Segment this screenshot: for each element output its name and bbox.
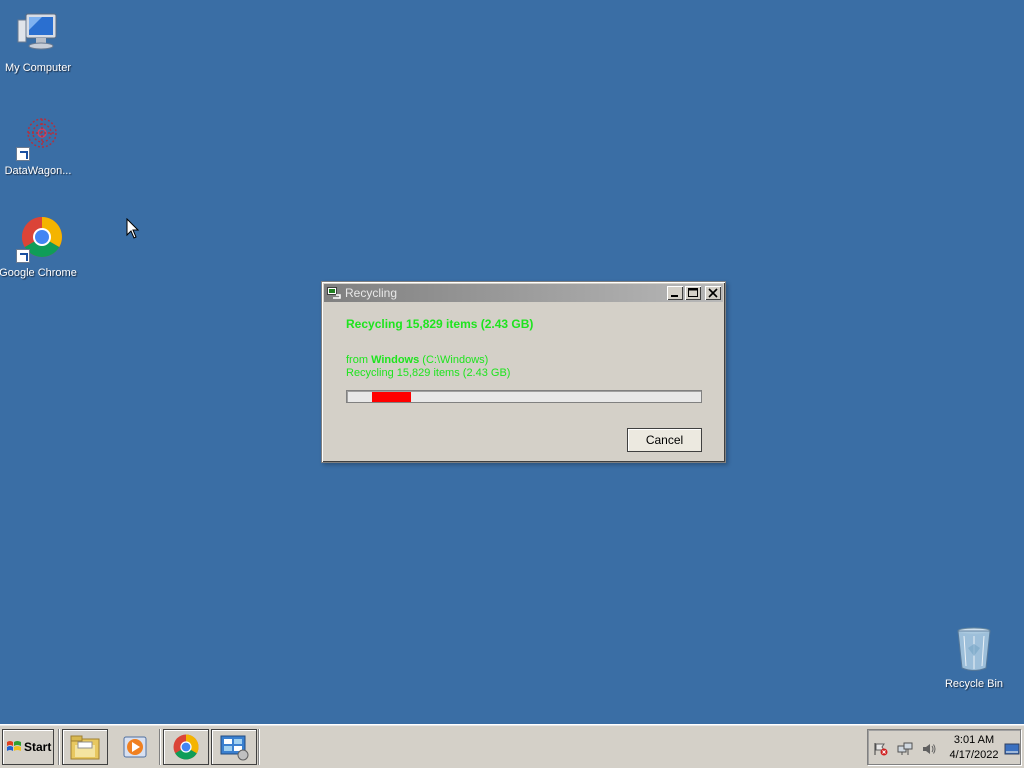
progress-fill (372, 392, 411, 402)
media-player-icon (123, 736, 147, 758)
windows-logo-icon (6, 740, 22, 754)
desktop-icon-my-computer[interactable]: My Computer (0, 10, 78, 74)
cancel-button[interactable]: Cancel (627, 428, 702, 452)
recycling-source: from Windows (C:\Windows) (346, 354, 488, 366)
clock[interactable]: 3:01 AM 4/17/2022 (944, 733, 1004, 763)
recycling-app-icon (327, 287, 341, 299)
progress-bar (346, 390, 702, 403)
control-panel-icon (220, 735, 249, 761)
action-center-flag-icon[interactable] (873, 742, 889, 756)
taskbar-separator (159, 729, 161, 765)
dialog-titlebar[interactable]: Recycling (324, 284, 723, 302)
maximize-icon (688, 288, 698, 297)
minimize-icon (671, 295, 678, 297)
desktop-icon-datawagon[interactable]: DataWagon... (0, 113, 78, 177)
desktop-icon-label: My Computer (4, 62, 72, 74)
volume-icon[interactable] (921, 742, 937, 756)
recycle-bin-icon (950, 626, 998, 674)
datawagon-icon (14, 113, 62, 161)
clock-date: 4/17/2022 (949, 749, 999, 761)
source-path: (C:\Windows) (419, 354, 489, 366)
dialog-title: Recycling (345, 286, 398, 300)
close-button[interactable] (705, 286, 721, 300)
my-computer-icon (14, 10, 62, 58)
clock-time: 3:01 AM (953, 734, 995, 746)
recycling-dialog: Recycling Recycling 15,829 items (2.43 G… (321, 281, 726, 463)
chrome-icon (14, 215, 62, 263)
taskbar-separator (58, 729, 60, 765)
taskbar: Start 3:01 AM 4/17/2022 (0, 724, 1024, 768)
show-desktop-icon[interactable] (1004, 742, 1020, 756)
network-icon[interactable] (897, 742, 913, 756)
system-tray: 3:01 AM 4/17/2022 (867, 729, 1021, 765)
chrome-icon (173, 734, 199, 760)
start-label: Start (24, 740, 52, 754)
taskbar-media-player-button[interactable] (112, 729, 158, 765)
desktop-icon-label: Google Chrome (0, 267, 77, 279)
shortcut-arrow-icon (16, 147, 30, 161)
source-prefix: from (346, 354, 372, 366)
recycling-status: Recycling 15,829 items (2.43 GB) (346, 367, 511, 379)
desktop-icon-google-chrome[interactable]: Google Chrome (0, 215, 78, 279)
minimize-button[interactable] (667, 286, 683, 300)
maximize-button[interactable] (685, 286, 701, 300)
close-icon (708, 288, 718, 298)
taskbar-separator (258, 729, 260, 765)
start-button[interactable]: Start (2, 729, 54, 765)
desktop-icon-label: Recycle Bin (944, 678, 1004, 690)
mouse-cursor-icon (126, 217, 140, 240)
taskbar-control-panel-button[interactable] (211, 729, 257, 765)
desktop-icon-label: DataWagon... (4, 165, 72, 177)
source-name: Windows (371, 354, 420, 366)
recycling-heading: Recycling 15,829 items (2.43 GB) (346, 317, 534, 331)
desktop-icon-recycle-bin[interactable]: Recycle Bin (934, 626, 1014, 690)
taskbar-explorer-button[interactable] (62, 729, 108, 765)
explorer-folder-icon (70, 735, 100, 760)
taskbar-chrome-button[interactable] (163, 729, 209, 765)
shortcut-arrow-icon (16, 249, 30, 263)
